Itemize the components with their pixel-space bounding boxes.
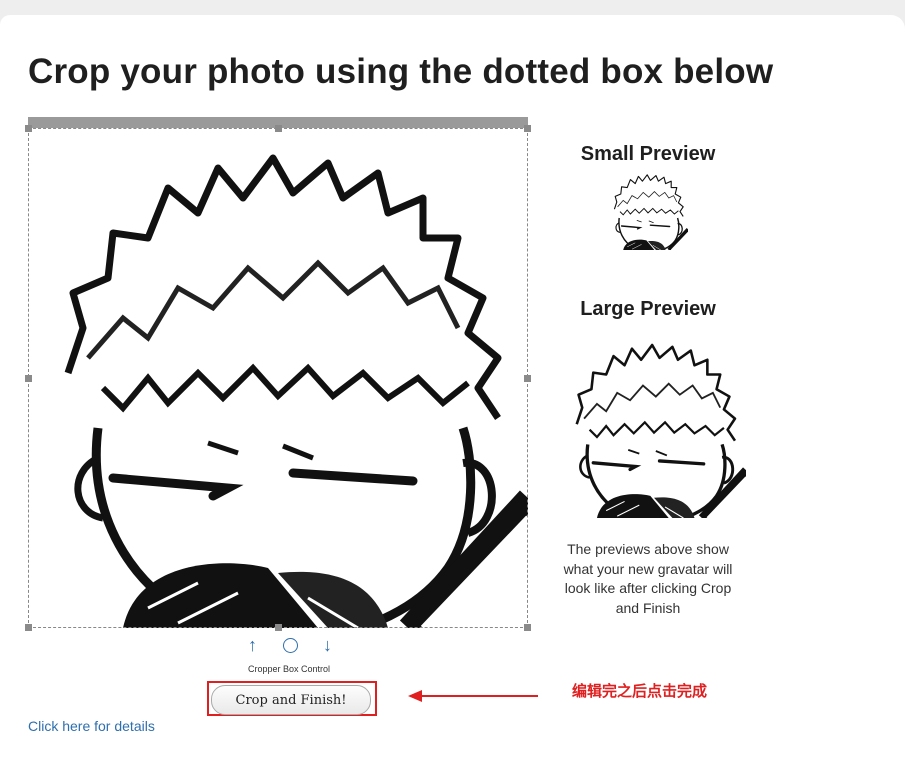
small-preview-image (608, 170, 688, 250)
annotation-arrow-icon (408, 690, 538, 702)
resize-handle-left[interactable] (25, 375, 32, 382)
annotation-text: 编辑完之后点击完成 (572, 682, 708, 700)
resize-handle-bottom[interactable] (275, 624, 282, 631)
resize-handle-top-left[interactable] (25, 125, 32, 132)
resize-handle-right[interactable] (524, 375, 531, 382)
cropper-box-controls: ↑ ↓ (248, 634, 332, 656)
details-link[interactable]: Click here for details (28, 718, 155, 734)
cropper-control-label: Cropper Box Control (247, 664, 331, 674)
crop-and-finish-button[interactable]: Crop and Finish! (211, 685, 371, 715)
arrow-down-icon[interactable]: ↓ (323, 635, 332, 656)
large-preview-heading: Large Preview (580, 298, 716, 320)
resize-handle-bottom-left[interactable] (25, 624, 32, 631)
small-preview-heading: Small Preview (580, 143, 716, 165)
large-preview-illustration (562, 334, 746, 518)
arrow-up-icon[interactable]: ↑ (248, 635, 257, 656)
preview-note: The previews above show what your new gr… (563, 541, 733, 616)
cropper (25, 117, 531, 631)
resize-handle-bottom-right[interactable] (524, 624, 531, 631)
large-preview-image (562, 334, 746, 518)
resize-handle-top-right[interactable] (524, 125, 531, 132)
small-preview-illustration (608, 170, 688, 250)
resize-handle-top[interactable] (275, 125, 282, 132)
page-title: Crop your photo using the dotted box bel… (28, 52, 774, 91)
crop-selection-box[interactable] (25, 125, 531, 631)
circle-icon[interactable] (282, 637, 298, 653)
